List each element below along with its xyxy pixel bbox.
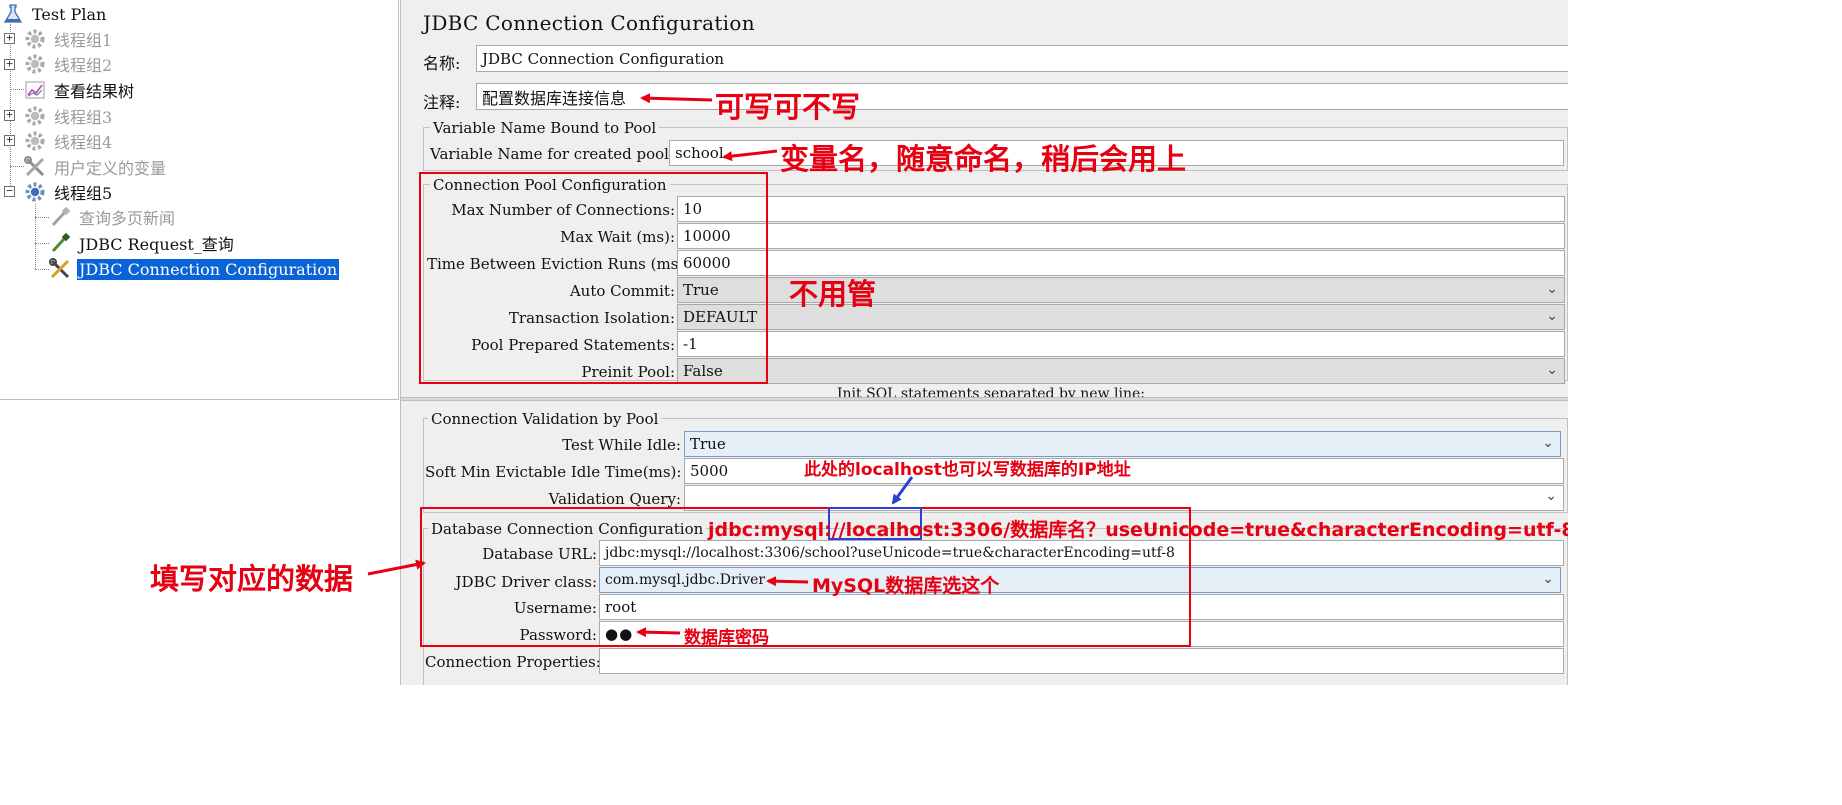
tree-item-label: 线程组5 [54,184,113,203]
split-pane-divider[interactable] [401,397,1568,401]
chevron-down-icon: ⌄ [1542,571,1554,587]
expand-toggle[interactable]: + [4,109,15,121]
tree-item-thread-group-1[interactable]: 线程组1 [24,27,114,51]
wrench-screwdriver-icon [24,156,45,177]
tree-item-thread-group-4[interactable]: 线程组4 [24,129,114,153]
name-label: 名称: [423,54,461,73]
pool-prepared-statements-field[interactable]: -1 [677,331,1565,357]
preinit-pool-select[interactable]: False ⌄ [677,358,1565,384]
fill-data-annotation: 填写对应的数据 [150,562,354,596]
tree-connector [35,204,36,269]
wrench-screwdriver-icon [49,258,70,279]
collapse-toggle[interactable]: − [4,185,15,197]
expand-toggle[interactable]: + [4,134,15,146]
tree-item-user-defined-variables[interactable]: 用户定义的变量 [24,155,168,179]
soft-min-idle-label: Soft Min Evictable Idle Time(ms): [425,463,682,481]
tree-item-jdbc-connection-configuration[interactable]: JDBC Connection Configuration [49,257,340,281]
comment-label: 注释: [423,93,461,112]
max-wait-field[interactable]: 10000 [677,223,1565,249]
tree-connector [10,89,24,90]
gear-icon [25,106,45,126]
test-while-idle-label: Test While Idle: [562,436,681,454]
connection-properties-label: Connection Properties: [425,653,601,671]
pipette-icon [51,232,71,253]
tree-item-label: 线程组1 [54,31,113,50]
gear-icon [25,182,45,202]
url-template-annotation: jdbc:mysql://localhost:3306/数据库名？useUnic… [708,519,1568,541]
tree-connector [35,269,49,270]
chevron-down-icon: ⌄ [1546,308,1558,324]
pool-annotation: 不用管 [789,277,877,311]
tree-item-label: 线程组2 [54,56,113,75]
expand-toggle[interactable]: + [4,58,15,70]
panel-title: JDBC Connection Configuration [423,11,755,35]
chevron-down-icon: ⌄ [1546,362,1558,378]
gear-icon [25,29,45,49]
tree-item-label: 线程组3 [54,108,113,127]
blank-area [0,400,399,685]
max-connections-field[interactable]: 10 [677,196,1565,222]
variable-annotation: 变量名，随意命名，稍后会用上 [780,142,1187,176]
validation-query-label: Validation Query: [548,490,681,508]
comment-field[interactable]: 配置数据库连接信息 [476,83,1568,110]
tree-item-label: 查询多页新闻 [79,209,176,228]
variable-pool-title: Variable Name Bound to Pool [430,119,660,137]
tree-connector [35,243,49,244]
tree-item-label: 查看结果树 [54,82,135,101]
chart-icon [25,81,45,99]
tree-item-jdbc-request[interactable]: JDBC Request_查询 [49,231,236,255]
expand-toggle[interactable]: + [4,32,15,44]
tree-connector [10,166,24,167]
tree-item-test-plan[interactable]: Test Plan [2,2,108,26]
chevron-down-icon: ⌄ [1545,488,1557,504]
tree-item-label: 线程组4 [54,133,113,152]
jmeter-window: + + + + − Test Plan 线程组1 线程组2 查看结果树 线程组3… [0,0,1568,685]
comment-annotation: 可写可不写 [715,90,861,124]
test-plan-tree: + + + + − Test Plan 线程组1 线程组2 查看结果树 线程组3… [0,0,399,400]
pipette-icon [51,206,71,227]
chevron-down-icon: ⌄ [1546,281,1558,297]
name-field[interactable]: JDBC Connection Configuration [476,45,1568,72]
flask-icon [3,4,23,23]
test-while-idle-select[interactable]: True ⌄ [684,431,1561,457]
tree-connector [35,217,49,218]
pool-highlight-box [419,172,768,384]
test-while-idle-value: True [690,435,726,453]
gear-icon [25,54,45,74]
tree-item-thread-group-3[interactable]: 线程组3 [24,104,114,128]
driver-annotation: MySQL数据库选这个 [812,575,1000,597]
localhost-annotation: 此处的localhost也可以写数据库的IP地址 [804,460,1131,480]
tree-item-view-results-tree[interactable]: 查看结果树 [24,78,136,102]
tree-item-label: 用户定义的变量 [54,159,167,178]
validation-title: Connection Validation by Pool [428,410,662,428]
gear-icon [25,131,45,151]
chevron-down-icon: ⌄ [1542,435,1554,451]
tree-item-label: Test Plan [32,4,107,24]
connection-properties-field[interactable] [599,648,1564,674]
tree-item-thread-group-5[interactable]: 线程组5 [24,180,114,204]
tree-item-label: JDBC Request_查询 [79,235,234,254]
tree-item-label: JDBC Connection Configuration [77,258,340,280]
password-annotation: 数据库密码 [684,628,769,648]
tree-item-query-news[interactable]: 查询多页新闻 [49,205,177,229]
variable-name-label: Variable Name for created pool: [430,145,674,163]
tree-item-thread-group-2[interactable]: 线程组2 [24,52,114,76]
